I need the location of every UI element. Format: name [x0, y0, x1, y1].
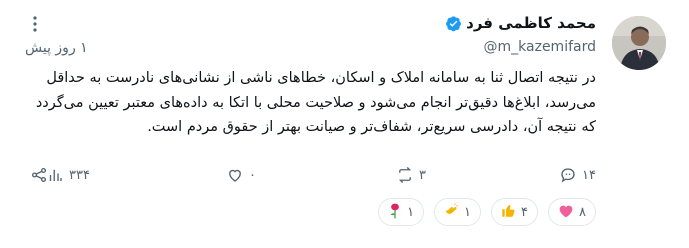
reply-count: ۱۴ [582, 167, 596, 183]
author-handle[interactable]: @m_kazemifard [484, 39, 596, 55]
like-button[interactable]: ۰ [226, 166, 256, 184]
tweet-text: در نتیجه اتصال ثنا به سامانه املاک و اسک… [35, 70, 596, 135]
reaction-bar: ۸ ۴ ۱ ۱ [378, 198, 596, 226]
tweet-card: محمد کاظمی فرد @m_kazemifard ۱ روز پیش د… [0, 0, 689, 248]
reply-icon [561, 168, 575, 183]
reaction-thumbs-up[interactable]: ۴ [491, 198, 539, 226]
reply-button[interactable]: ۱۴ [559, 166, 596, 184]
verified-badge-icon [446, 15, 462, 31]
share-icon [31, 167, 47, 183]
views-button[interactable]: ۳۳۴ [46, 166, 90, 184]
tweet-actions: ۱۴ ۳ ۰ ۳۳۴ [22, 166, 596, 190]
thumbs-up-emoji-icon [501, 203, 516, 221]
share-button[interactable] [30, 166, 48, 184]
heart-icon [229, 169, 241, 182]
reaction-rose[interactable]: ۱ [378, 198, 425, 226]
reaction-count: ۴ [521, 204, 529, 220]
views-count: ۳۳۴ [69, 167, 90, 183]
retweet-icon [398, 167, 412, 183]
reaction-heart[interactable]: ۸ [548, 198, 596, 226]
rose-emoji-icon [388, 203, 402, 222]
more-options-icon[interactable] [25, 14, 45, 34]
views-chart-icon [49, 169, 62, 181]
reaction-clap[interactable]: ۱ [434, 198, 482, 226]
like-count: ۰ [249, 167, 256, 183]
avatar[interactable] [612, 16, 666, 70]
reaction-count: ۱ [407, 204, 415, 220]
retweet-count: ۳ [419, 167, 426, 183]
tweet-header: محمد کاظمی فرد @m_kazemifard [36, 14, 596, 60]
clapping-hands-emoji-icon [444, 203, 459, 221]
author-name[interactable]: محمد کاظمی فرد [466, 14, 596, 32]
reaction-count: ۸ [579, 204, 586, 220]
heart-emoji-icon [558, 204, 574, 221]
tweet-timestamp[interactable]: ۱ روز پیش [25, 40, 88, 56]
retweet-button[interactable]: ۳ [396, 166, 426, 184]
reaction-count: ۱ [464, 204, 472, 220]
